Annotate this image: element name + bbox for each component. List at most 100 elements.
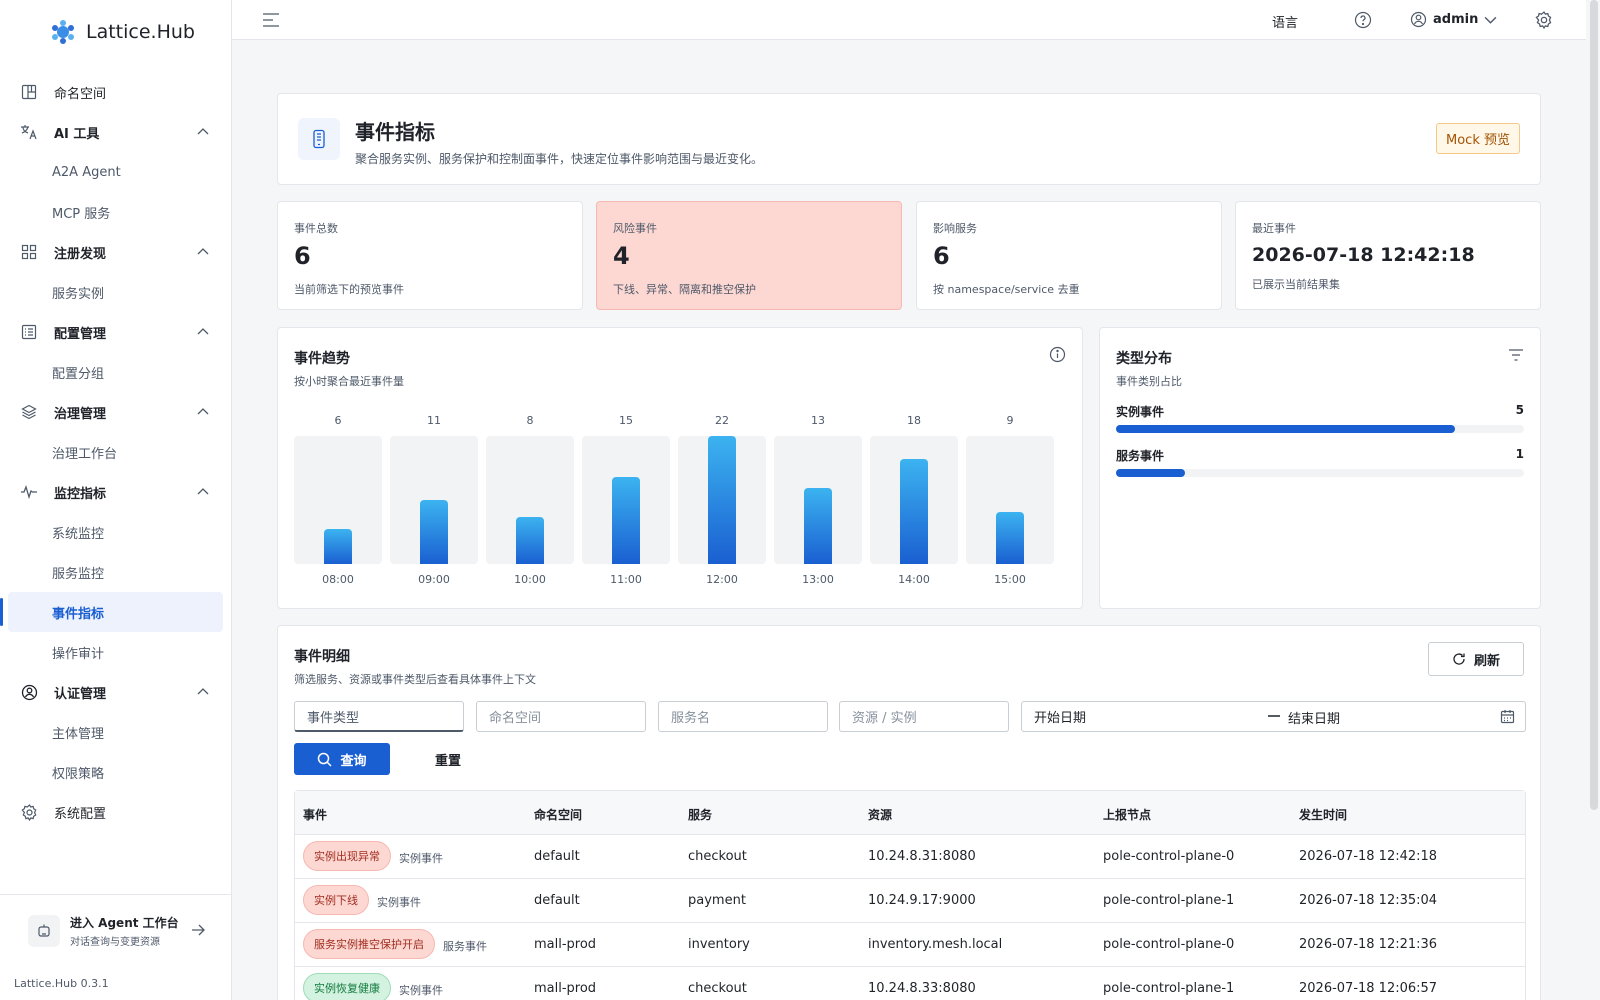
agent-workbench-entry[interactable]: 进入 Agent 工作台 对话查询与变更资源 [28,913,211,949]
sidebar-group-auth[interactable]: 认证管理 [0,672,231,712]
namespace-input[interactable]: 命名空间 [476,701,646,732]
event-category: 实例事件 [399,984,443,997]
sidebar-item-mcp-service[interactable]: MCP 服务 [0,192,231,232]
start-date-field[interactable]: 开始日期 [1034,707,1086,726]
distribution-row: 实例事件 5 [1116,403,1524,443]
help-icon[interactable] [1354,11,1372,29]
bar-track [966,436,1054,564]
info-icon[interactable] [1049,346,1066,363]
bar-track [294,436,382,564]
filter-icon[interactable] [1508,348,1524,362]
cell-node: pole-control-plane-0 [1103,937,1235,952]
sidebar-item-namespace[interactable]: 命名空间 [0,72,231,112]
event-tag: 实例恢复健康 [303,973,391,1000]
sidebar-item-label: 治理管理 [54,406,107,422]
bar-track [870,436,958,564]
app-version: Lattice.Hub 0.3.1 [14,977,109,990]
language-switch[interactable]: 语言 [1272,12,1298,31]
refresh-button[interactable]: 刷新 [1428,642,1524,676]
x-tick-label: 12:00 [706,573,738,586]
cell-node: pole-control-plane-1 [1103,893,1235,908]
end-date-field[interactable]: 结束日期 [1288,708,1340,727]
stat-card-total: 事件总数 6 当前筛选下的预览事件 [277,201,583,310]
table-header: 事件 命名空间 服务 资源 上报节点 发生时间 [295,791,1525,835]
sidebar-item-config-group[interactable]: 配置分组 [0,352,231,392]
sidebar-item-governance-workbench[interactable]: 治理工作台 [0,432,231,472]
page-scrollbar[interactable] [1590,0,1598,810]
resource-instance-input[interactable]: 资源 / 实例 [839,701,1009,732]
table-row[interactable]: 实例恢复健康 实例事件 mall-prod checkout 10.24.8.33:80… [295,967,1525,1000]
sidebar-item-a2a-agent[interactable]: A2A Agent [0,152,231,192]
bar-column[interactable]: 8 10:00 [486,414,574,594]
distribution-count: 1 [1515,447,1524,461]
column-header: 命名空间 [534,808,583,822]
mock-preview-badge: Mock 预览 [1436,123,1520,154]
detail-subtitle: 筛选服务、资源或事件类型后查看具体事件上下文 [294,673,536,686]
distribution-subtitle: 事件类别占比 [1116,375,1182,388]
bar [708,436,736,564]
sidebar-group-governance[interactable]: 治理管理 [0,392,231,432]
distribution-fill [1116,469,1186,477]
settings-gear-icon[interactable] [1535,11,1553,29]
bar-value-label: 13 [811,414,825,427]
sidebar-group-ai-tools[interactable]: AI 工具 [0,112,231,152]
sidebar-item-policy[interactable]: 权限策略 [0,752,231,792]
sidebar-group-registry[interactable]: 注册发现 [0,232,231,272]
sidebar-item-system-config[interactable]: 系统配置 [0,792,231,832]
bar-column[interactable]: 11 09:00 [390,414,478,594]
bar-column[interactable]: 9 15:00 [966,414,1054,594]
bar [900,459,928,564]
brand[interactable]: Lattice.Hub [0,0,231,64]
sidebar-item-label: 系统配置 [54,806,107,822]
bar-value-label: 15 [619,414,633,427]
menu-fold-icon[interactable] [262,12,280,28]
event-trend-card: 事件趋势 按小时聚合最近事件量 6 08:00 11 09:00 8 10:00 15 11:… [277,327,1083,609]
user-menu[interactable]: admin [1410,11,1497,28]
stat-label: 最近事件 [1252,222,1296,235]
agent-entry-subtitle: 对话查询与变更资源 [70,937,160,948]
table-row[interactable]: 实例出现异常 实例事件 default checkout 10.24.8.31:8080… [295,835,1525,879]
event-type-select[interactable]: 事件类型 [294,701,464,732]
cell-time: 2026-07-18 12:06:57 [1299,981,1438,996]
topbar: 语言 admin [232,0,1586,40]
bar-column[interactable]: 22 12:00 [678,414,766,594]
sidebar-item-event-metrics[interactable]: 事件指标 [0,592,223,632]
bar-value-label: 11 [427,414,441,427]
mobile-device-icon [298,118,340,160]
cell-namespace: default [534,849,580,864]
bar-value-label: 8 [526,414,534,427]
sidebar-item-service-instance[interactable]: 服务实例 [0,272,231,312]
sidebar-item-audit[interactable]: 操作审计 [0,632,231,672]
sidebar-item-label: 监控指标 [54,486,107,502]
stat-note: 当前筛选下的预览事件 [294,283,404,296]
distribution-count: 5 [1515,403,1524,417]
sidebar-item-label: 认证管理 [54,686,107,702]
service-name-input[interactable]: 服务名 [658,701,828,732]
page-title: 事件指标 [355,120,435,144]
stat-card-affected-services: 影响服务 6 按 namespace/service 去重 [916,201,1222,310]
sidebar-item-system-monitor[interactable]: 系统监控 [0,512,231,552]
lattice-logo-icon [52,20,74,44]
column-header: 上报节点 [1103,808,1152,822]
column-header: 服务 [688,808,713,822]
table-row[interactable]: 实例下线 实例事件 default payment 10.24.9.17:9000 pol… [295,879,1525,923]
page-description: 聚合服务实例、服务保护和控制面事件，快速定位事件影响范围与最近变化。 [355,152,764,166]
date-range-picker[interactable]: 开始日期 结束日期 [1021,701,1526,732]
event-category: 实例事件 [377,896,421,909]
bar-column[interactable]: 13 13:00 [774,414,862,594]
apps-grid-icon [20,243,38,261]
table-row[interactable]: 服务实例推空保护开启 服务事件 mall-prod inventory inventor… [295,923,1525,967]
bar-track [390,436,478,564]
bar-column[interactable]: 15 11:00 [582,414,670,594]
sidebar-group-monitoring[interactable]: 监控指标 [0,472,231,512]
bar-track [582,436,670,564]
event-tag: 实例下线 [303,885,369,915]
query-button[interactable]: 查询 [294,743,390,775]
sidebar-group-config[interactable]: 配置管理 [0,312,231,352]
sidebar-item-principal[interactable]: 主体管理 [0,712,231,752]
pulse-icon [20,483,38,501]
bar-column[interactable]: 6 08:00 [294,414,382,594]
bar-column[interactable]: 18 14:00 [870,414,958,594]
reset-button[interactable]: 重置 [418,743,478,775]
sidebar-item-service-monitor[interactable]: 服务监控 [0,552,231,592]
